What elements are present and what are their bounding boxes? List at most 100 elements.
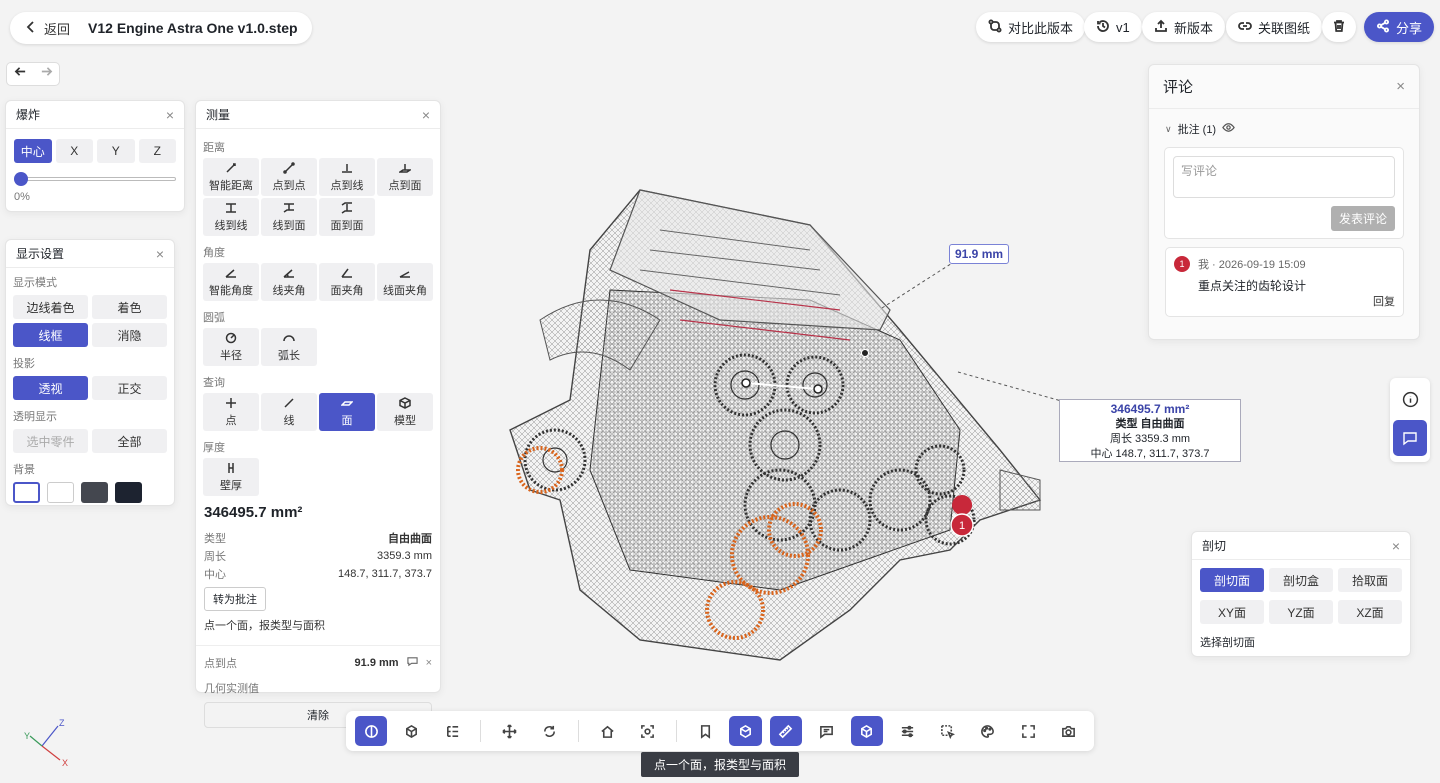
bg-swatch-navy[interactable] — [115, 482, 142, 503]
plane-yz[interactable]: YZ面 — [1269, 600, 1333, 624]
tool-smart-distance[interactable]: 智能距离 — [203, 158, 259, 196]
close-icon[interactable]: × — [1396, 78, 1405, 95]
cube-icon[interactable] — [395, 716, 427, 746]
explode-icon[interactable] — [729, 716, 762, 746]
bottom-toolbar — [346, 711, 1094, 751]
history-icon — [1096, 19, 1110, 36]
tool-point-to-point[interactable]: 点到点 — [261, 158, 317, 196]
bg-swatch-gray[interactable] — [81, 482, 108, 503]
plane-xy[interactable]: XY面 — [1200, 600, 1264, 624]
close-icon[interactable]: × — [422, 107, 430, 123]
reply-button[interactable]: 回复 — [1373, 293, 1395, 309]
move-icon[interactable] — [493, 716, 525, 746]
arc-label: 圆弧 — [203, 312, 225, 324]
bookmark-icon[interactable] — [689, 716, 721, 746]
type-label: 类型 — [204, 533, 226, 545]
post-comment-button[interactable]: 发表评论 — [1330, 206, 1395, 231]
tool-radius[interactable]: 半径 — [203, 328, 259, 366]
fit-view-icon[interactable] — [631, 716, 663, 746]
chevron-down-icon[interactable]: ∨ — [1165, 124, 1172, 135]
tool-query-model[interactable]: 模型 — [377, 393, 433, 431]
explode-axis-y[interactable]: Y — [97, 139, 135, 163]
home-icon[interactable] — [591, 716, 623, 746]
back-button[interactable]: 返回 — [44, 19, 70, 38]
svg-text:Z: Z — [59, 718, 65, 728]
section-pick-face[interactable]: 拾取面 — [1338, 568, 1402, 592]
tool-smart-angle[interactable]: 智能角度 — [203, 263, 259, 301]
share-button[interactable]: 分享 — [1364, 12, 1435, 42]
tool-face-angle[interactable]: 面夹角 — [319, 263, 375, 301]
proj-ortho[interactable]: 正交 — [92, 376, 167, 400]
section-box-mode[interactable]: 剖切盒 — [1269, 568, 1333, 592]
select-box-icon[interactable] — [931, 716, 963, 746]
bg-swatch-white-selected[interactable] — [13, 482, 40, 503]
section-plane-mode[interactable]: 剖切面 — [1200, 568, 1264, 592]
info-icon[interactable] — [1390, 378, 1430, 420]
comment-input[interactable]: 写评论 — [1173, 156, 1395, 198]
display-mode-icon[interactable] — [355, 716, 388, 746]
trans-all[interactable]: 全部 — [92, 429, 167, 453]
explode-axis-center[interactable]: 中心 — [14, 139, 52, 163]
trans-selected[interactable]: 选中零件 — [13, 429, 88, 453]
close-icon[interactable]: × — [156, 246, 164, 262]
tool-query-point[interactable]: 点 — [203, 393, 259, 431]
explode-axis-x[interactable]: X — [55, 139, 93, 163]
fullscreen-icon[interactable] — [1012, 716, 1044, 746]
display-settings-icon[interactable] — [850, 716, 883, 746]
explode-panel: 爆炸 × 中心 X Y Z 0% — [5, 100, 185, 212]
chevron-left-icon[interactable] — [24, 20, 38, 37]
measure-icon[interactable] — [769, 716, 803, 746]
mode-shaded[interactable]: 着色 — [92, 295, 167, 319]
palette-icon[interactable] — [972, 716, 1004, 746]
tool-line-angle[interactable]: 线夹角 — [261, 263, 317, 301]
bg-swatch-white[interactable] — [47, 482, 74, 503]
explode-slider[interactable] — [14, 171, 176, 187]
tree-icon[interactable] — [436, 716, 468, 746]
delete-button[interactable] — [1322, 12, 1356, 42]
sliders-icon[interactable] — [891, 716, 923, 746]
arrow-right-icon[interactable] — [40, 65, 53, 83]
tool-wall-thickness[interactable]: 壁厚 — [203, 458, 259, 496]
proj-perspective[interactable]: 透视 — [13, 376, 88, 400]
tool-line-to-line[interactable]: 线到线 — [203, 198, 259, 236]
tool-point-to-face[interactable]: 点到面 — [377, 158, 433, 196]
rotate-icon[interactable] — [534, 716, 566, 746]
mode-hidden-line[interactable]: 消隐 — [92, 323, 167, 347]
tool-line-to-face[interactable]: 线到面 — [261, 198, 317, 236]
tool-query-face[interactable]: 面 — [319, 393, 375, 431]
link-drawing-button[interactable]: 关联图纸 — [1226, 12, 1323, 42]
section-panel: 剖切 × 剖切面 剖切盒 拾取面 XY面 YZ面 XZ面 选择剖切面 — [1191, 531, 1411, 657]
explode-axis-z[interactable]: Z — [138, 139, 176, 163]
tool-arc-length[interactable]: 弧长 — [261, 328, 317, 366]
tool-query-line[interactable]: 线 — [261, 393, 317, 431]
compare-icon — [988, 18, 1002, 36]
measure-hint: 点一个面，报类型与面积 — [196, 615, 440, 646]
mode-edge-shaded[interactable]: 边线着色 — [13, 295, 88, 319]
tool-point-to-line[interactable]: 点到线 — [319, 158, 375, 196]
comment-icon[interactable] — [406, 656, 418, 670]
eye-icon[interactable] — [1222, 121, 1235, 137]
upload-icon — [1154, 19, 1168, 36]
to-annotation-button[interactable]: 转为批注 — [204, 587, 266, 611]
comment-panel-icon[interactable] — [1393, 420, 1427, 456]
close-icon[interactable]: × — [426, 657, 432, 669]
tool-line-face-angle[interactable]: 线面夹角 — [377, 263, 433, 301]
explode-title: 爆炸 — [16, 108, 41, 122]
new-version-button[interactable]: 新版本 — [1142, 12, 1226, 42]
comment-icon[interactable] — [810, 716, 842, 746]
thickness-label: 厚度 — [203, 442, 225, 454]
compare-button[interactable]: 对比此版本 — [976, 12, 1086, 42]
close-icon[interactable]: × — [166, 107, 174, 123]
arrow-left-icon[interactable] — [14, 65, 27, 83]
camera-icon[interactable] — [1053, 716, 1085, 746]
slider-handle[interactable] — [14, 172, 28, 186]
tool-face-to-face[interactable]: 面到面 — [319, 198, 375, 236]
type-value: 自由曲面 — [388, 533, 432, 545]
comment-item[interactable]: 1 我 · 2026-09-19 15:09 重点关注的齿轮设计 回复 — [1165, 247, 1404, 317]
background-label: 背景 — [13, 464, 35, 476]
version-button[interactable]: v1 — [1084, 12, 1142, 42]
close-icon[interactable]: × — [1392, 538, 1400, 554]
plane-xz[interactable]: XZ面 — [1338, 600, 1402, 624]
annotation-toggle[interactable]: 批注 (1) — [1178, 121, 1217, 137]
mode-wireframe[interactable]: 线框 — [13, 323, 88, 347]
